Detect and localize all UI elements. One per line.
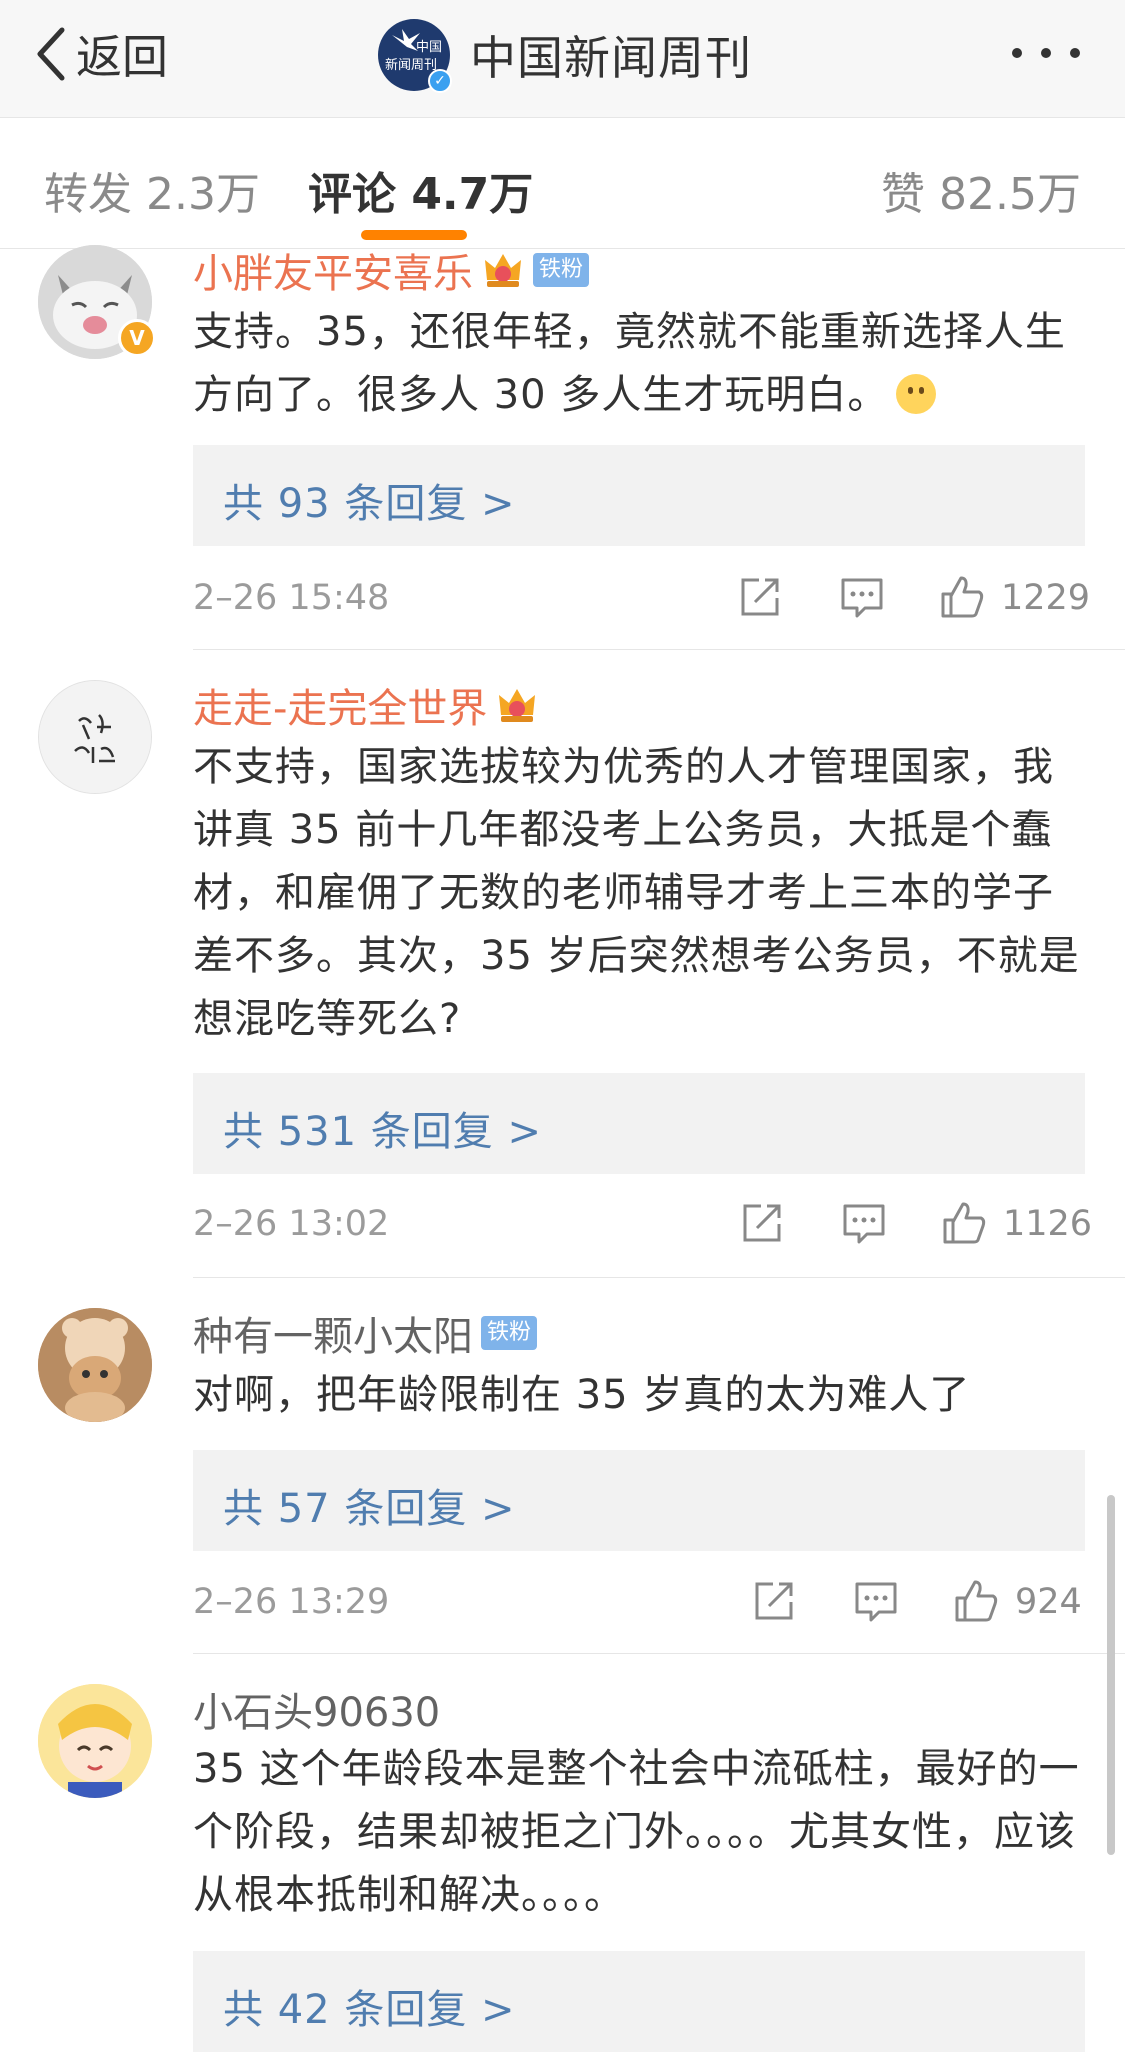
avatar[interactable] bbox=[38, 680, 152, 794]
username-row: 小胖友平安喜乐 铁粉 bbox=[193, 241, 590, 299]
verified-v-icon: V bbox=[118, 319, 156, 357]
replies-count-link: 共 42 条回复 > bbox=[223, 1987, 516, 2033]
timestamp: 2–26 15:48 bbox=[193, 578, 390, 618]
comment-text-content: 支持。35，还很年轻，竟然就不能重新选择人生方向了。很多人 30 多人生才玩明白… bbox=[193, 309, 1066, 418]
fan-badge: 铁粉 bbox=[481, 1316, 538, 1350]
crown-icon bbox=[485, 254, 521, 287]
comment-text-content: 不支持，国家选拔较为优秀的人才管理国家，我讲真 35 前十几年都没考上公务员，大… bbox=[193, 744, 1080, 1042]
verified-icon: ✓ bbox=[428, 69, 452, 93]
page-title: 中国新闻周刊 bbox=[470, 31, 752, 85]
comment-meta-row: 2–26 13:02 1126 bbox=[193, 1200, 1092, 1250]
replies-count-link: 共 93 条回复 > bbox=[223, 481, 516, 527]
share-icon[interactable] bbox=[751, 1578, 797, 1624]
replies-button[interactable]: 共 531 条回复 > bbox=[193, 1073, 1085, 1174]
comment-text-content: 对啊，把年龄限制在 35 岁真的太为难人了 bbox=[193, 1372, 971, 1418]
comment-icon[interactable] bbox=[839, 574, 885, 620]
comment-meta-row: 2–26 13:29 924 bbox=[193, 1578, 1085, 1628]
comment-text: 不支持，国家选拔较为优秀的人才管理国家，我讲真 35 前十几年都没考上公务员，大… bbox=[193, 736, 1093, 1051]
thinking-emoji-icon bbox=[896, 374, 937, 414]
tab-bar: 转发 2.3万 评论 4.7万 赞 82.5万 bbox=[0, 118, 1125, 249]
divider bbox=[193, 1653, 1125, 1654]
comment-text: 支持。35，还很年轻，竟然就不能重新选择人生方向了。很多人 30 多人生才玩明白… bbox=[193, 301, 1093, 427]
scrollbar-thumb[interactable] bbox=[1107, 1495, 1115, 1855]
tab-likes[interactable]: 赞 82.5万 bbox=[881, 158, 1081, 222]
timestamp: 2–26 13:02 bbox=[193, 1204, 390, 1244]
anime-avatar-image bbox=[38, 1684, 152, 1798]
comment-item: 种有一颗小太阳 铁粉 对啊，把年龄限制在 35 岁真的太为难人了 共 57 条回… bbox=[0, 1308, 1125, 1655]
tab-repost[interactable]: 转发 2.3万 bbox=[44, 158, 260, 222]
back-button[interactable]: 返回 bbox=[34, 22, 168, 86]
username[interactable]: 走走-走完全世界 bbox=[193, 676, 487, 734]
timestamp: 2–26 13:29 bbox=[193, 1582, 390, 1622]
like-count: 1229 bbox=[1001, 578, 1091, 618]
fan-badge: 铁粉 bbox=[533, 253, 590, 287]
logo-text-bottom: 新闻周刊 bbox=[385, 57, 437, 73]
replies-button[interactable]: 共 93 条回复 > bbox=[193, 445, 1085, 546]
chevron-left-icon bbox=[37, 27, 65, 81]
replies-count-link: 共 531 条回复 > bbox=[223, 1109, 543, 1155]
username[interactable]: 小胖友平安喜乐 bbox=[193, 241, 473, 299]
more-options-icon[interactable] bbox=[1007, 38, 1085, 68]
comment-text: 对啊，把年龄限制在 35 岁真的太为难人了 bbox=[193, 1364, 1093, 1427]
logo-text-top: 中国 bbox=[416, 40, 442, 55]
username-row: 走走-走完全世界 bbox=[193, 676, 539, 734]
back-label: 返回 bbox=[76, 30, 168, 84]
replies-button[interactable]: 共 57 条回复 > bbox=[193, 1450, 1085, 1551]
share-icon[interactable] bbox=[737, 574, 783, 620]
comment-item: V 小胖友平安喜乐 铁粉 支持。35，还很年轻，竟然就不能重新选择人生方向了。很… bbox=[0, 245, 1125, 649]
tab-comments[interactable]: 评论 4.7万 bbox=[308, 158, 533, 222]
calligraphy-avatar-image bbox=[39, 681, 151, 793]
like-count: 1126 bbox=[1003, 1204, 1093, 1244]
crown-icon bbox=[499, 689, 536, 722]
username[interactable]: 种有一颗小太阳 bbox=[193, 1304, 473, 1362]
share-icon[interactable] bbox=[739, 1200, 785, 1246]
active-tab-indicator bbox=[361, 230, 467, 240]
divider bbox=[193, 649, 1125, 650]
comment-text-content: 35 这个年龄段本是整个社会中流砥柱，最好的一个阶段，结果却被拒之门外。。。。尤… bbox=[193, 1746, 1080, 1918]
replies-button[interactable]: 共 42 条回复 > bbox=[193, 1951, 1085, 2052]
username-row: 种有一颗小太阳 铁粉 bbox=[193, 1304, 538, 1362]
comment-icon[interactable] bbox=[853, 1578, 899, 1624]
comment-meta-row: 2–26 15:48 1229 bbox=[193, 574, 1090, 624]
like-thumb-icon[interactable] bbox=[953, 1578, 999, 1624]
comment-text: 35 这个年龄段本是整个社会中流砥柱，最好的一个阶段，结果却被拒之门外。。。。尤… bbox=[193, 1738, 1093, 1927]
divider bbox=[193, 1277, 1125, 1278]
avatar[interactable] bbox=[38, 1684, 152, 1798]
comment-icon[interactable] bbox=[841, 1200, 887, 1246]
username[interactable]: 小石头90630 bbox=[193, 1680, 440, 1738]
comment-item: 小石头90630 35 这个年龄段本是整个社会中流砥柱，最好的一个阶段，结果却被… bbox=[0, 1684, 1125, 2065]
like-count: 924 bbox=[1015, 1582, 1082, 1622]
replies-count-link: 共 57 条回复 > bbox=[223, 1486, 516, 1532]
like-thumb-icon[interactable] bbox=[941, 1200, 987, 1246]
like-thumb-icon[interactable] bbox=[939, 574, 985, 620]
comment-item: 走走-走完全世界 不支持，国家选拔较为优秀的人才管理国家，我讲真 35 前十几年… bbox=[0, 680, 1125, 1278]
account-title-group[interactable]: 中国 新闻周刊 ✓ 中国新闻周刊 bbox=[378, 16, 752, 94]
kitten-avatar-image bbox=[38, 1308, 152, 1422]
avatar[interactable] bbox=[38, 1308, 152, 1422]
top-nav-bar: 返回 中国 新闻周刊 ✓ 中国新闻周刊 bbox=[0, 0, 1125, 118]
account-logo[interactable]: 中国 新闻周刊 ✓ bbox=[378, 19, 452, 93]
username-row: 小石头90630 bbox=[193, 1680, 440, 1738]
